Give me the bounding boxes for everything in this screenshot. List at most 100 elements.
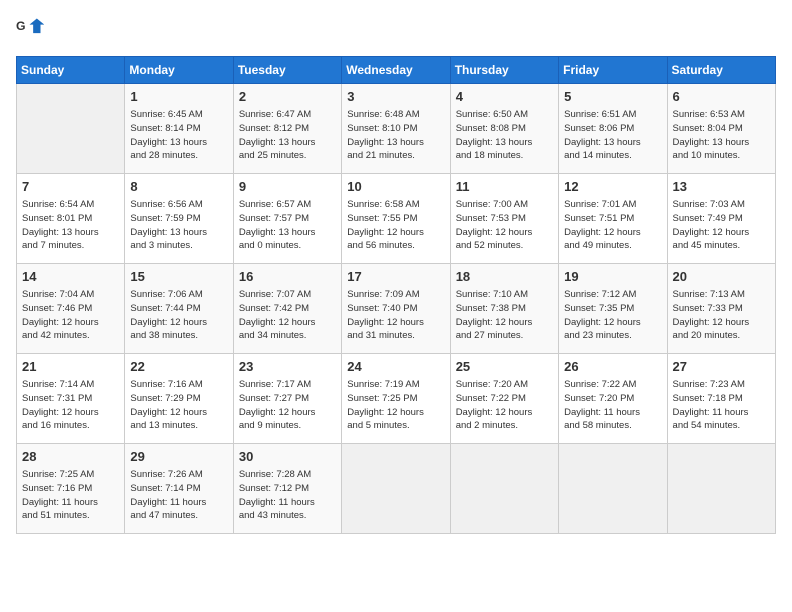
calendar-body: 1 Sunrise: 6:45 AM Sunset: 8:14 PM Daylig…	[17, 84, 776, 534]
calendar-cell: 8Sunrise: 6:56 AM Sunset: 7:59 PM Daylig…	[125, 174, 233, 264]
day-number: 7	[22, 178, 119, 196]
day-number: 20	[673, 268, 770, 286]
day-info: Sunrise: 7:14 AM Sunset: 7:31 PM Dayligh…	[22, 378, 119, 433]
weekday-header-row: SundayMondayTuesdayWednesdayThursdayFrid…	[17, 57, 776, 84]
svg-text:G: G	[16, 19, 26, 33]
day-info: Sunrise: 7:22 AM Sunset: 7:20 PM Dayligh…	[564, 378, 661, 433]
calendar-cell: 5 Sunrise: 6:51 AM Sunset: 8:06 PM Daylig…	[559, 84, 667, 174]
day-number: 28	[22, 448, 119, 466]
day-number: 23	[239, 358, 336, 376]
calendar-cell: 28Sunrise: 7:25 AM Sunset: 7:16 PM Dayli…	[17, 444, 125, 534]
day-info: Sunrise: 7:26 AM Sunset: 7:14 PM Dayligh…	[130, 468, 227, 523]
calendar-cell: 20 Sunrise: 7:13 AM Sunset: 7:33 PM Dayli…	[667, 264, 775, 354]
calendar-cell: 21 Sunrise: 7:14 AM Sunset: 7:31 PM Dayli…	[17, 354, 125, 444]
day-info: Sunrise: 7:16 AM Sunset: 7:29 PM Dayligh…	[130, 378, 227, 433]
weekday-header-cell: Wednesday	[342, 57, 450, 84]
day-number: 14	[22, 268, 119, 286]
day-number: 9	[239, 178, 336, 196]
day-info: Sunrise: 6:51 AM Sunset: 8:06 PM Dayligh…	[564, 108, 661, 163]
day-info: Sunrise: 7:10 AM Sunset: 7:38 PM Dayligh…	[456, 288, 553, 343]
calendar-cell: 2 Sunrise: 6:47 AM Sunset: 8:12 PM Daylig…	[233, 84, 341, 174]
day-number: 5	[564, 88, 661, 106]
calendar-cell: 18 Sunrise: 7:10 AM Sunset: 7:38 PM Dayli…	[450, 264, 558, 354]
calendar-cell: 17 Sunrise: 7:09 AM Sunset: 7:40 PM Dayli…	[342, 264, 450, 354]
day-info: Sunrise: 7:06 AM Sunset: 7:44 PM Dayligh…	[130, 288, 227, 343]
calendar-cell: 4 Sunrise: 6:50 AM Sunset: 8:08 PM Daylig…	[450, 84, 558, 174]
day-number: 30	[239, 448, 336, 466]
calendar-cell: 3 Sunrise: 6:48 AM Sunset: 8:10 PM Daylig…	[342, 84, 450, 174]
calendar-cell: 23 Sunrise: 7:17 AM Sunset: 7:27 PM Dayli…	[233, 354, 341, 444]
weekday-header-cell: Tuesday	[233, 57, 341, 84]
page-header: G	[16, 16, 776, 44]
day-number: 18	[456, 268, 553, 286]
day-info: Sunrise: 7:17 AM Sunset: 7:27 PM Dayligh…	[239, 378, 336, 433]
day-number: 24	[347, 358, 444, 376]
day-info: Sunrise: 7:13 AM Sunset: 7:33 PM Dayligh…	[673, 288, 770, 343]
day-number: 15	[130, 268, 227, 286]
day-number: 29	[130, 448, 227, 466]
day-number: 1	[130, 88, 227, 106]
day-info: Sunrise: 6:50 AM Sunset: 8:08 PM Dayligh…	[456, 108, 553, 163]
calendar-cell: 27 Sunrise: 7:23 AM Sunset: 7:18 PM Dayli…	[667, 354, 775, 444]
day-number: 19	[564, 268, 661, 286]
calendar-cell	[559, 444, 667, 534]
calendar-week-row: 1 Sunrise: 6:45 AM Sunset: 8:14 PM Daylig…	[17, 84, 776, 174]
weekday-header-cell: Sunday	[17, 57, 125, 84]
calendar-cell: 1 Sunrise: 6:45 AM Sunset: 8:14 PM Daylig…	[125, 84, 233, 174]
calendar-cell: 16 Sunrise: 7:07 AM Sunset: 7:42 PM Dayli…	[233, 264, 341, 354]
day-info: Sunrise: 7:03 AM Sunset: 7:49 PM Dayligh…	[673, 198, 770, 253]
calendar-week-row: 14 Sunrise: 7:04 AM Sunset: 7:46 PM Dayli…	[17, 264, 776, 354]
day-info: Sunrise: 7:04 AM Sunset: 7:46 PM Dayligh…	[22, 288, 119, 343]
calendar-cell: 15 Sunrise: 7:06 AM Sunset: 7:44 PM Dayli…	[125, 264, 233, 354]
calendar-cell: 13 Sunrise: 7:03 AM Sunset: 7:49 PM Dayli…	[667, 174, 775, 264]
calendar-cell: 30 Sunrise: 7:28 AM Sunset: 7:12 PM Dayli…	[233, 444, 341, 534]
day-number: 25	[456, 358, 553, 376]
calendar-cell: 14 Sunrise: 7:04 AM Sunset: 7:46 PM Dayli…	[17, 264, 125, 354]
day-info: Sunrise: 7:20 AM Sunset: 7:22 PM Dayligh…	[456, 378, 553, 433]
day-info: Sunrise: 6:54 AM Sunset: 8:01 PM Dayligh…	[22, 198, 119, 253]
day-number: 26	[564, 358, 661, 376]
day-info: Sunrise: 7:19 AM Sunset: 7:25 PM Dayligh…	[347, 378, 444, 433]
day-number: 4	[456, 88, 553, 106]
calendar-week-row: 28Sunrise: 7:25 AM Sunset: 7:16 PM Dayli…	[17, 444, 776, 534]
day-info: Sunrise: 7:09 AM Sunset: 7:40 PM Dayligh…	[347, 288, 444, 343]
calendar-cell: 11Sunrise: 7:00 AM Sunset: 7:53 PM Dayli…	[450, 174, 558, 264]
calendar-cell: 24 Sunrise: 7:19 AM Sunset: 7:25 PM Dayli…	[342, 354, 450, 444]
calendar-week-row: 7 Sunrise: 6:54 AM Sunset: 8:01 PM Daylig…	[17, 174, 776, 264]
day-number: 17	[347, 268, 444, 286]
day-number: 12	[564, 178, 661, 196]
day-info: Sunrise: 7:28 AM Sunset: 7:12 PM Dayligh…	[239, 468, 336, 523]
calendar-cell: 19 Sunrise: 7:12 AM Sunset: 7:35 PM Dayli…	[559, 264, 667, 354]
weekday-header-cell: Friday	[559, 57, 667, 84]
day-info: Sunrise: 7:12 AM Sunset: 7:35 PM Dayligh…	[564, 288, 661, 343]
calendar-cell: 29 Sunrise: 7:26 AM Sunset: 7:14 PM Dayli…	[125, 444, 233, 534]
calendar-cell: 12 Sunrise: 7:01 AM Sunset: 7:51 PM Dayli…	[559, 174, 667, 264]
day-number: 13	[673, 178, 770, 196]
day-info: Sunrise: 6:48 AM Sunset: 8:10 PM Dayligh…	[347, 108, 444, 163]
day-number: 10	[347, 178, 444, 196]
day-number: 6	[673, 88, 770, 106]
day-info: Sunrise: 7:23 AM Sunset: 7:18 PM Dayligh…	[673, 378, 770, 433]
calendar-cell	[17, 84, 125, 174]
day-number: 3	[347, 88, 444, 106]
day-number: 21	[22, 358, 119, 376]
calendar-cell: 7 Sunrise: 6:54 AM Sunset: 8:01 PM Daylig…	[17, 174, 125, 264]
day-number: 8	[130, 178, 227, 196]
calendar-cell: 10 Sunrise: 6:58 AM Sunset: 7:55 PM Dayli…	[342, 174, 450, 264]
calendar-table: SundayMondayTuesdayWednesdayThursdayFrid…	[16, 56, 776, 534]
day-number: 22	[130, 358, 227, 376]
day-number: 2	[239, 88, 336, 106]
day-info: Sunrise: 7:01 AM Sunset: 7:51 PM Dayligh…	[564, 198, 661, 253]
day-info: Sunrise: 6:58 AM Sunset: 7:55 PM Dayligh…	[347, 198, 444, 253]
day-number: 27	[673, 358, 770, 376]
calendar-cell: 22 Sunrise: 7:16 AM Sunset: 7:29 PM Dayli…	[125, 354, 233, 444]
day-info: Sunrise: 6:45 AM Sunset: 8:14 PM Dayligh…	[130, 108, 227, 163]
calendar-week-row: 21 Sunrise: 7:14 AM Sunset: 7:31 PM Dayli…	[17, 354, 776, 444]
calendar-cell	[342, 444, 450, 534]
day-info: Sunrise: 6:47 AM Sunset: 8:12 PM Dayligh…	[239, 108, 336, 163]
day-info: Sunrise: 7:07 AM Sunset: 7:42 PM Dayligh…	[239, 288, 336, 343]
weekday-header-cell: Thursday	[450, 57, 558, 84]
calendar-cell: 26 Sunrise: 7:22 AM Sunset: 7:20 PM Dayli…	[559, 354, 667, 444]
calendar-cell: 25 Sunrise: 7:20 AM Sunset: 7:22 PM Dayli…	[450, 354, 558, 444]
day-number: 16	[239, 268, 336, 286]
